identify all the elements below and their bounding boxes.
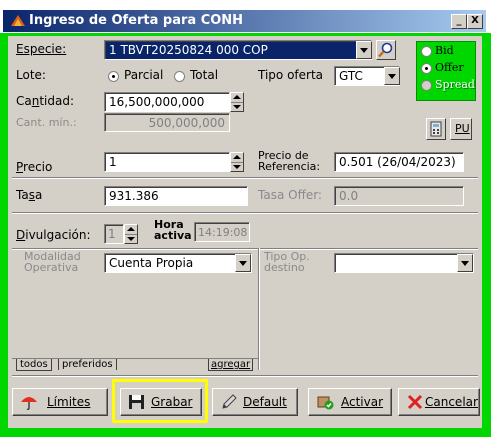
window-title: Ingreso de Oferta para CONH (29, 13, 244, 28)
divider (12, 248, 478, 250)
divulgacion-input[interactable]: 1 (104, 224, 124, 244)
limites-label: Límites (47, 395, 91, 409)
tasa-offer-field[interactable]: 0.0 (334, 186, 464, 206)
divulgacion-spinner[interactable] (124, 224, 138, 244)
hora-activa-field: 14:19:08 (194, 222, 250, 242)
especie-label: Especie: (16, 42, 67, 56)
grabar-label: Grabar (151, 395, 193, 409)
precio-input[interactable]: 1 (104, 152, 230, 172)
parcial-radio[interactable] (108, 71, 119, 82)
tab-todos[interactable]: todos (16, 359, 52, 371)
modalidad-label-2: Operativa (24, 261, 79, 274)
calculator-icon (430, 121, 442, 137)
side-selector: Bid Offer Spread (416, 41, 476, 101)
app-icon (11, 15, 25, 26)
offer-radio[interactable] (421, 63, 432, 74)
precio-label: Precio (16, 160, 53, 174)
precio-ref-label-2: Referencia: (258, 160, 321, 173)
divulgacion-label: Divulgación: (16, 228, 91, 242)
tipo-oferta-label: Tipo oferta (258, 68, 324, 82)
tasa-label: Tasa (16, 188, 43, 202)
modalidad-select[interactable]: Cuenta Propia (104, 253, 252, 273)
especie-dropdown-button[interactable] (356, 41, 372, 59)
total-radio[interactable] (174, 71, 185, 82)
divider (12, 177, 478, 179)
hora-activa-label-2: activa (154, 229, 192, 242)
calculator-button[interactable] (426, 118, 446, 140)
offer-label: Offer (435, 61, 464, 74)
spread-label: Spread (435, 78, 475, 91)
tasa-input[interactable]: 931.386 (104, 186, 248, 206)
parcial-label: Parcial (124, 68, 164, 82)
cantidad-label: Cantidad: (16, 94, 75, 108)
tasa-offer-label: Tasa Offer: (258, 188, 322, 202)
especie-select[interactable]: 1 TBVT20250824 000 COP (104, 40, 372, 60)
tab-preferidos[interactable]: preferidos (58, 359, 117, 370)
grabar-button[interactable]: Grabar (120, 388, 202, 416)
tab-strip: todos preferidos agregar (12, 358, 258, 373)
precio-spinner[interactable] (230, 152, 244, 172)
bid-radio[interactable] (421, 46, 432, 57)
title-strip[interactable]: Ingreso de Oferta para CONH _ X (3, 10, 486, 32)
cantidad-input[interactable]: 16,500,000,000 (104, 92, 230, 112)
tipo-op-select[interactable] (334, 253, 474, 273)
modalidad-dropdown-button[interactable] (235, 254, 251, 272)
agregar-link[interactable]: agregar (208, 359, 254, 371)
activate-icon (317, 396, 334, 410)
precio-referencia-field: 0.501 (26/04/2023) (334, 152, 464, 172)
pu-button[interactable]: PU (450, 118, 472, 140)
pencil-icon (222, 394, 237, 409)
cant-min-label: Cant. mín.: (16, 116, 77, 129)
title-bar: Ingreso de Oferta para CONH _ X (0, 0, 491, 33)
pu-label: PU (455, 122, 470, 135)
activar-label: Activar (341, 395, 384, 409)
cancelar-label: Cancelar (425, 395, 478, 409)
cantidad-spinner[interactable] (230, 92, 244, 112)
close-button[interactable]: X (467, 14, 483, 29)
bid-label: Bid (435, 44, 454, 57)
cancel-x-icon (407, 394, 423, 410)
tipo-oferta-dropdown-button[interactable] (384, 67, 400, 85)
default-button[interactable]: Default (212, 388, 298, 416)
activar-button[interactable]: Activar (308, 388, 392, 416)
lote-label: Lote: (16, 68, 46, 82)
magnifier-icon (378, 42, 393, 58)
search-button[interactable] (376, 40, 396, 60)
minimize-button[interactable]: _ (451, 14, 467, 29)
floppy-disk-icon (129, 395, 144, 409)
total-label: Total (190, 68, 219, 82)
limites-button[interactable]: Límites (12, 388, 108, 416)
cant-min-input[interactable]: 500,000,000 (104, 113, 230, 132)
tipo-op-label-2: destino (264, 261, 305, 274)
spread-radio[interactable] (421, 80, 432, 91)
divider (12, 212, 478, 214)
vertical-divider (258, 248, 260, 370)
divider (12, 375, 478, 377)
default-label: Default (243, 395, 287, 409)
order-entry-window: Ingreso de Oferta para CONH _ X Especie:… (0, 0, 491, 437)
umbrella-icon (21, 397, 37, 410)
tipo-op-dropdown-button[interactable] (457, 254, 473, 272)
cancelar-button[interactable]: Cancelar (398, 388, 480, 416)
form-panel: Especie: 1 TBVT20250824 000 COP Bid Offe… (8, 36, 482, 428)
